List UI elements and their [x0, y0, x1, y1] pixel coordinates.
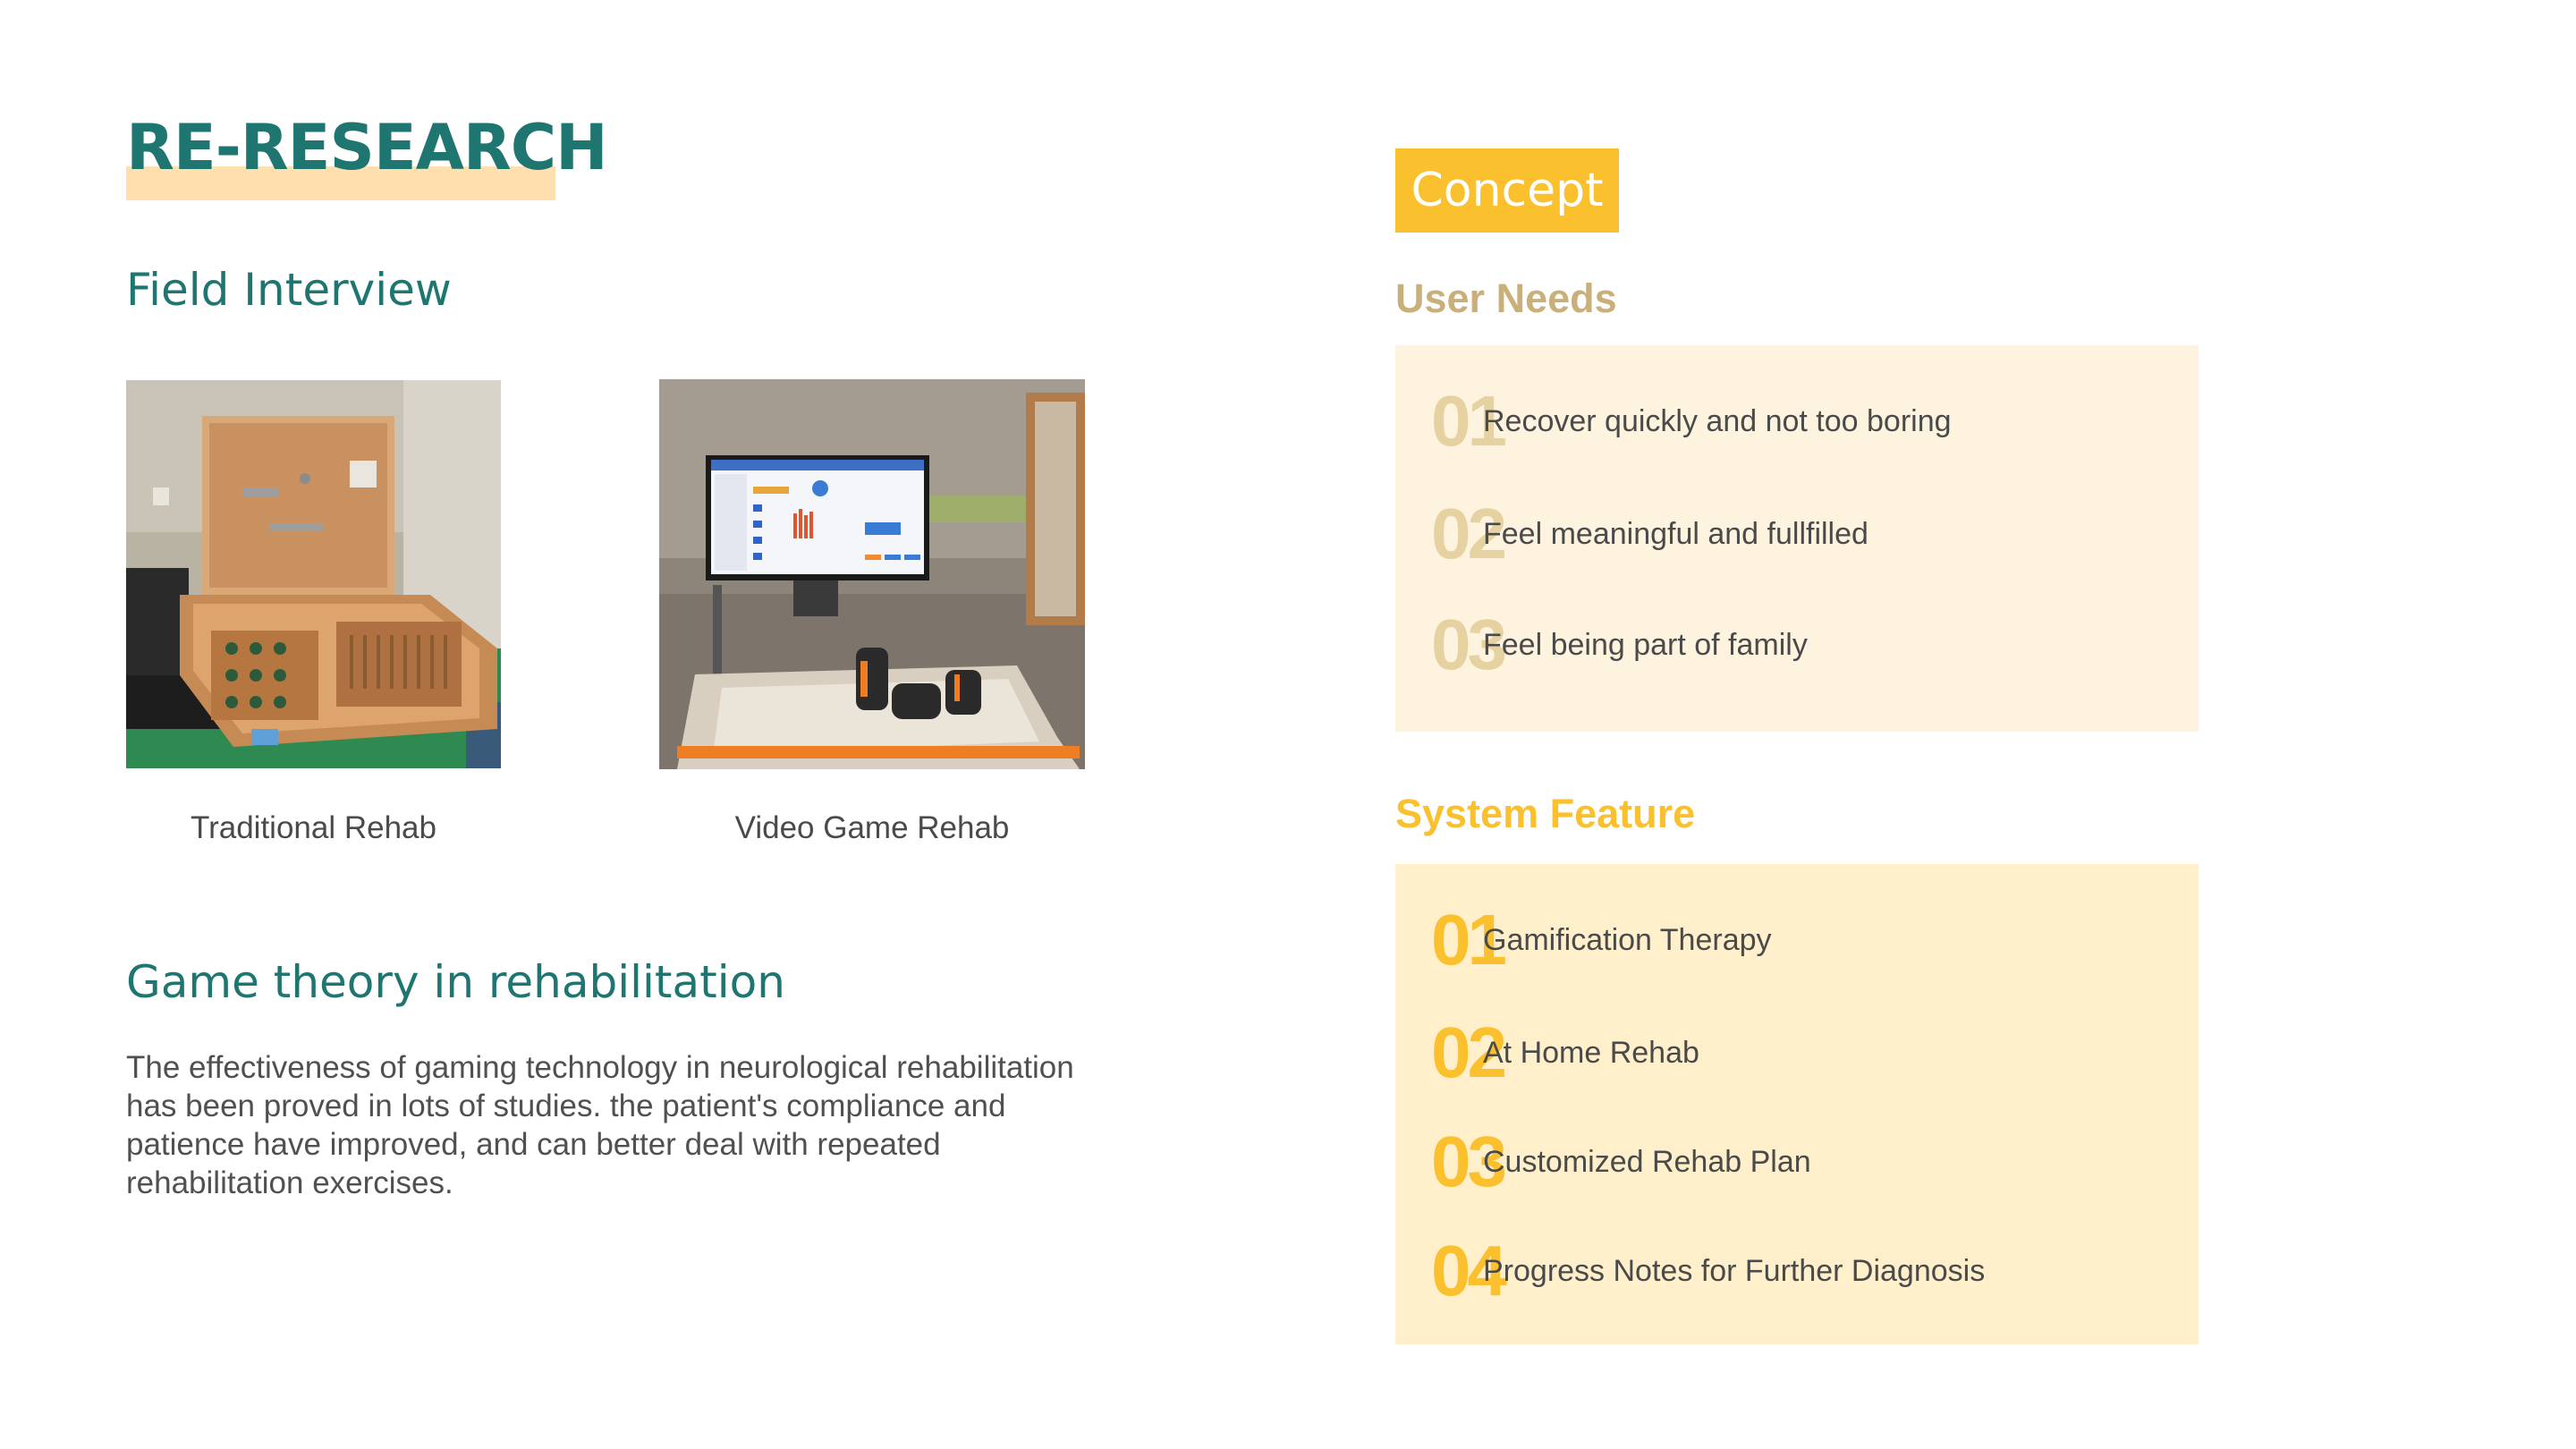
- concept-badge: Concept: [1395, 148, 1619, 233]
- field-interview-heading: Field Interview: [126, 264, 452, 316]
- user-needs-panel: 01 Recover quickly and not too boring 02…: [1395, 345, 2199, 732]
- video-game-rehab-photo: [659, 379, 1085, 769]
- item-text: Gamification Therapy: [1483, 923, 1772, 957]
- system-feature-panel: 01 Gamification Therapy 02 At Home Rehab…: [1395, 864, 2199, 1344]
- system-feature-label: System Feature: [1395, 791, 1696, 836]
- page-title-block: RE-RESEARCH: [126, 107, 608, 200]
- concept-badge-label: Concept: [1411, 164, 1604, 217]
- page-title: RE-RESEARCH: [126, 111, 608, 184]
- item-text: Recover quickly and not too boring: [1483, 404, 1952, 438]
- user-needs-label: User Needs: [1395, 275, 1617, 321]
- item-text: At Home Rehab: [1483, 1036, 1699, 1070]
- game-theory-heading: Game theory in rehabilitation: [126, 956, 785, 1008]
- traditional-rehab-caption: Traditional Rehab: [191, 810, 436, 845]
- item-text: Progress Notes for Further Diagnosis: [1483, 1254, 1986, 1288]
- game-theory-paragraph: The effectiveness of gaming technology i…: [126, 1050, 1074, 1200]
- video-game-rehab-caption: Video Game Rehab: [734, 810, 1010, 845]
- item-text: Feel being part of family: [1483, 628, 1808, 662]
- item-text: Customized Rehab Plan: [1483, 1145, 1811, 1179]
- item-text: Feel meaningful and fullfilled: [1483, 517, 1868, 551]
- traditional-rehab-photo: [126, 380, 501, 768]
